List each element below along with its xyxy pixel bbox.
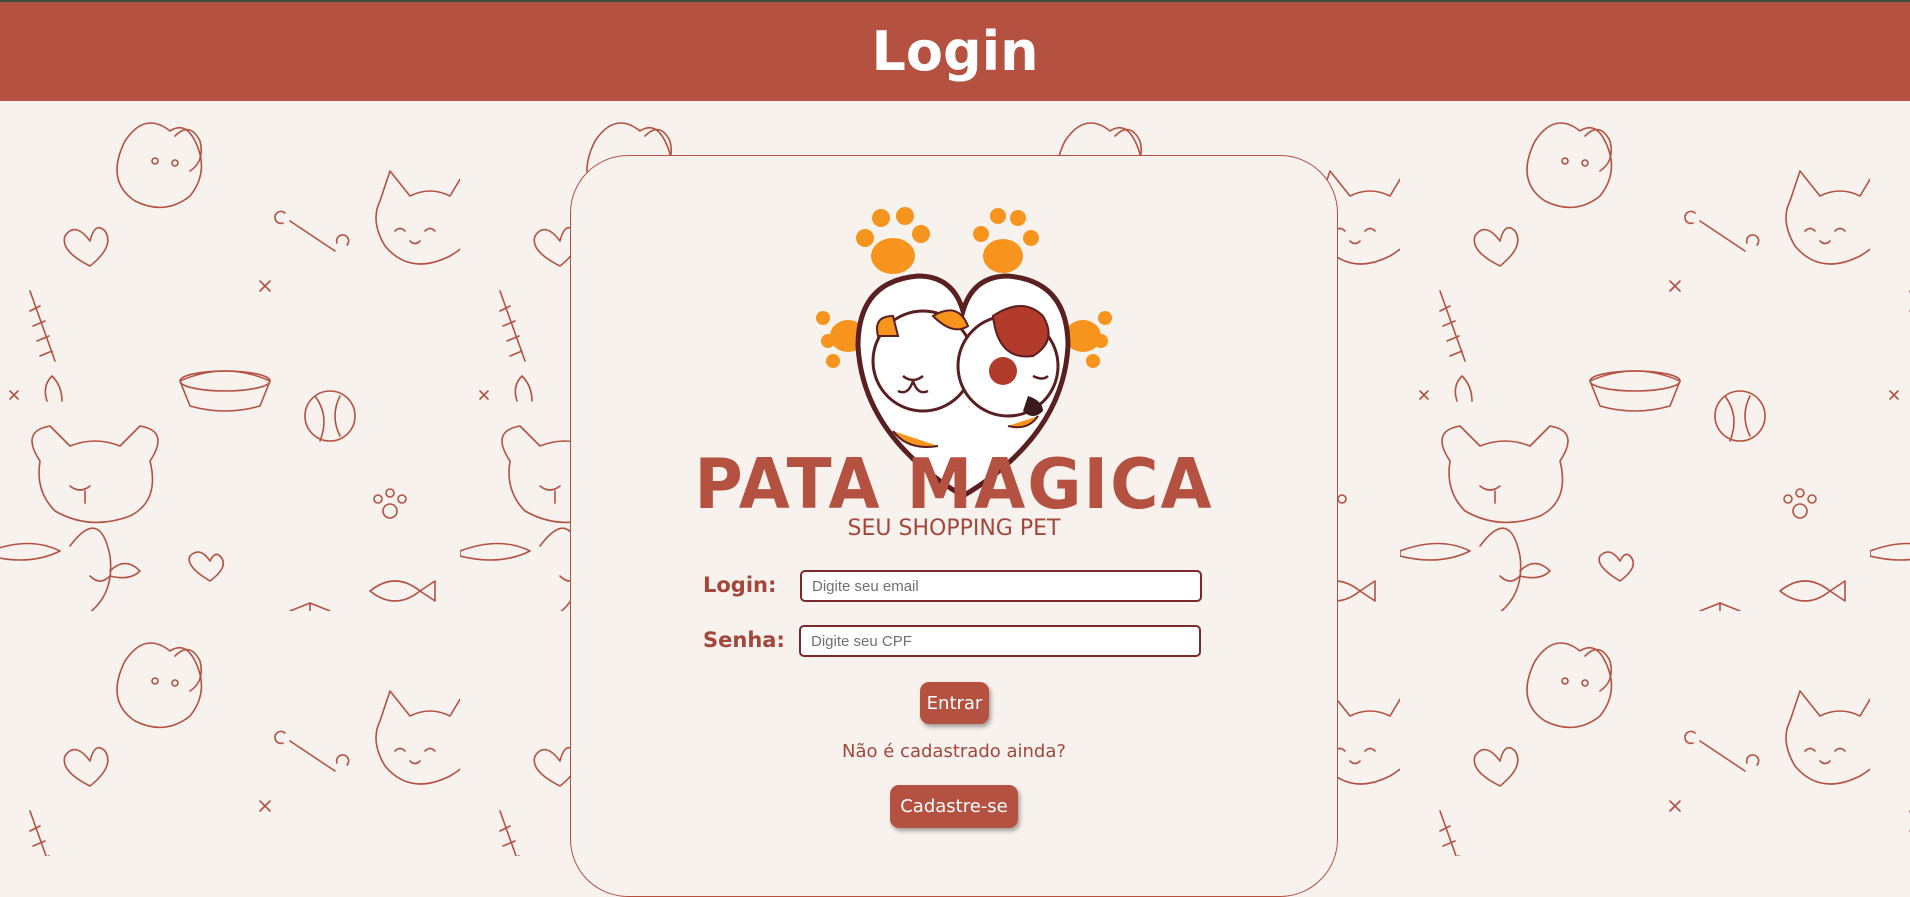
password-input[interactable] xyxy=(799,625,1201,657)
signup-prompt-link[interactable]: Não é cadastrado ainda? xyxy=(571,741,1337,762)
brand-tagline: SEU SHOPPING PET xyxy=(847,516,1061,541)
brand-name: PATA MAGICA xyxy=(694,444,1214,525)
email-input[interactable] xyxy=(800,570,1202,602)
signup-button[interactable]: Cadastre-se xyxy=(890,785,1018,828)
password-label: Senha: xyxy=(703,628,785,652)
login-button[interactable]: Entrar xyxy=(920,682,989,724)
login-card: PATA MAGICA SEU SHOPPING PET Login: Senh… xyxy=(570,155,1338,897)
login-label: Login: xyxy=(703,573,777,597)
page-title: Login xyxy=(871,20,1039,83)
page-header: Login xyxy=(0,2,1910,101)
